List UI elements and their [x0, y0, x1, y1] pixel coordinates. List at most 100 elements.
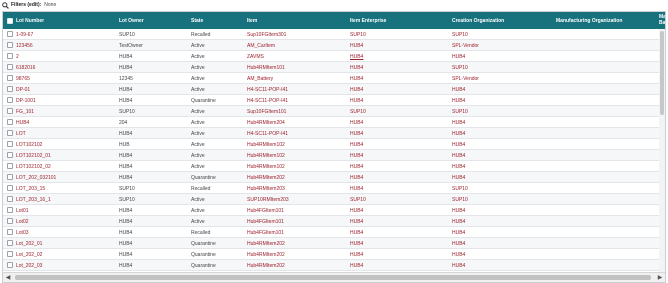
cell-lot-number[interactable]: LOT102102_01: [16, 150, 116, 161]
cell-item[interactable]: Hub4RMItem202: [247, 249, 347, 260]
cell-item-enterprise[interactable]: HUB4: [350, 128, 450, 139]
cell-lot-number[interactable]: Lot03: [16, 227, 116, 238]
cell-item-enterprise[interactable]: HUB4: [350, 216, 450, 227]
cell-item[interactable]: Hub4RMItem202: [247, 172, 347, 183]
row-checkbox[interactable]: [7, 229, 13, 235]
cell-item-enterprise[interactable]: SUP10: [350, 29, 450, 40]
cell-lot-number[interactable]: LOT_202_032101: [16, 172, 116, 183]
cell-item[interactable]: H4-SC11-POP-I41: [247, 128, 347, 139]
cell-lot-number[interactable]: LOT_203_16_1: [16, 194, 116, 205]
cell-item-enterprise[interactable]: HUB4: [350, 40, 450, 51]
table-row[interactable]: LOT102102_02 HUB4 Active Hub4RMItem102 HUB4 H…: [3, 161, 665, 172]
table-row[interactable]: 1-09-67 SUP10 Recalled Sup10FGItem301 SUP10 S…: [3, 29, 665, 40]
row-checkbox[interactable]: [7, 53, 13, 59]
cell-item-enterprise[interactable]: HUB4: [350, 117, 450, 128]
cell-item[interactable]: Hub4RMItem102: [247, 139, 347, 150]
table-row[interactable]: LOT_203_16_1 SUP10 Active SUP10RMItem203 SUP…: [3, 194, 665, 205]
cell-creation-organization[interactable]: HUB4: [452, 238, 554, 249]
table-row[interactable]: DP-01 HUB4 Active H4-SC11-POP-I41 HUB4 HUB4: [3, 84, 665, 95]
cell-lot-number[interactable]: 1-09-67: [16, 29, 116, 40]
column-header-item-enterprise[interactable]: Item Enterprise: [350, 12, 450, 29]
cell-lot-number[interactable]: 6182016: [16, 62, 116, 73]
table-row[interactable]: Lot_202_03 HUB4 Quarantine Hub4RMItem202 HUB…: [3, 260, 665, 271]
row-checkbox[interactable]: [7, 130, 13, 136]
row-checkbox[interactable]: [7, 185, 13, 191]
cell-creation-organization[interactable]: HUB4: [452, 117, 554, 128]
column-header-more[interactable]: Ma Ba: [659, 12, 665, 29]
table-row[interactable]: HUB4 204 Active Hub4RMItem204 HUB4 HUB4: [3, 117, 665, 128]
row-checkbox[interactable]: [7, 86, 13, 92]
horizontal-scrollbar[interactable]: ◀ ▶: [3, 272, 665, 282]
cell-item[interactable]: Hub4RMItem202: [247, 238, 347, 249]
horizontal-scrollbar-thumb[interactable]: [15, 275, 651, 280]
cell-item-enterprise[interactable]: SUP10: [350, 194, 450, 205]
table-row[interactable]: FG_101 SUP10 Active Sup10FGItem101 SUP10 SUP1…: [3, 106, 665, 117]
cell-lot-number[interactable]: 98765: [16, 73, 116, 84]
cell-creation-organization[interactable]: HUB4: [452, 139, 554, 150]
cell-item[interactable]: Hub4RMItem203: [247, 183, 347, 194]
table-row[interactable]: Lot03 HUB4 Recalled Hub4FGItem101 HUB4 HUB4: [3, 227, 665, 238]
cell-lot-number[interactable]: Lot01: [16, 205, 116, 216]
cell-lot-number[interactable]: DP-1001: [16, 95, 116, 106]
cell-item[interactable]: Hub4FGItem101: [247, 227, 347, 238]
cell-creation-organization[interactable]: HUB4: [452, 260, 554, 271]
cell-lot-number[interactable]: Lot_202_01: [16, 238, 116, 249]
row-checkbox[interactable]: [7, 240, 13, 246]
cell-item-enterprise[interactable]: HUB4: [350, 51, 450, 62]
row-checkbox[interactable]: [7, 163, 13, 169]
cell-lot-number[interactable]: FG_101: [16, 106, 116, 117]
table-row[interactable]: 98765 12345 Active AM_Battery HUB4 SPL-Vendor: [3, 73, 665, 84]
column-header-item[interactable]: Item: [247, 12, 347, 29]
cell-lot-number[interactable]: LOT102102: [16, 139, 116, 150]
search-icon[interactable]: [2, 1, 9, 9]
cell-creation-organization[interactable]: HUB4: [452, 128, 554, 139]
cell-lot-number[interactable]: LOT_203_15: [16, 183, 116, 194]
row-checkbox[interactable]: [7, 42, 13, 48]
table-row[interactable]: Lot_202_02 HUB4 Quarantine Hub4RMItem202 HUB…: [3, 249, 665, 260]
cell-lot-number[interactable]: HUB4: [16, 117, 116, 128]
table-row[interactable]: LOT_203_15 SUP10 Recalled Hub4RMItem203 HUB4…: [3, 183, 665, 194]
table-row[interactable]: 123456 TestOwner Active AM_CarItem HUB4 SPL-V…: [3, 40, 665, 51]
cell-item-enterprise[interactable]: SUP10: [350, 106, 450, 117]
cell-item[interactable]: H4-SC11-POP-I41: [247, 84, 347, 95]
row-checkbox[interactable]: [7, 174, 13, 180]
cell-creation-organization[interactable]: SUP10: [452, 29, 554, 40]
row-checkbox[interactable]: [7, 108, 13, 114]
row-checkbox[interactable]: [7, 196, 13, 202]
cell-lot-number[interactable]: LOT102102_02: [16, 161, 116, 172]
table-row[interactable]: LOT102102 HUB Active Hub4RMItem102 HUB4 HUB4: [3, 139, 665, 150]
cell-creation-organization[interactable]: HUB4: [452, 150, 554, 161]
table-row[interactable]: LOT102102_01 HUB4 Active Hub4RMItem102 HUB4 H…: [3, 150, 665, 161]
row-checkbox[interactable]: [7, 64, 13, 70]
cell-creation-organization[interactable]: SUP10: [452, 62, 554, 73]
row-checkbox[interactable]: [7, 31, 13, 37]
cell-lot-number[interactable]: Lot_202_02: [16, 249, 116, 260]
cell-item-enterprise[interactable]: HUB4: [350, 62, 450, 73]
row-checkbox[interactable]: [7, 262, 13, 268]
cell-creation-organization[interactable]: HUB4: [452, 205, 554, 216]
cell-lot-number[interactable]: Lot_202_03: [16, 260, 116, 271]
column-header-manufacturing-organization[interactable]: Manufacturing Organization: [556, 12, 656, 29]
cell-item-enterprise[interactable]: HUB4: [350, 95, 450, 106]
cell-lot-number[interactable]: 123456: [16, 40, 116, 51]
vertical-scrollbar-thumb[interactable]: [660, 31, 664, 115]
cell-creation-organization[interactable]: HUB4: [452, 249, 554, 260]
cell-item-enterprise[interactable]: HUB4: [350, 260, 450, 271]
column-header-lot-number[interactable]: Lot Number: [16, 12, 116, 29]
scroll-left-icon[interactable]: ◀: [3, 273, 13, 282]
cell-item[interactable]: Hub4RMItem204: [247, 117, 347, 128]
cell-creation-organization[interactable]: HUB4: [452, 216, 554, 227]
cell-item[interactable]: AM_CarItem: [247, 40, 347, 51]
scroll-right-icon[interactable]: ▶: [655, 273, 665, 282]
table-row[interactable]: 2 HUB4 Active ZAVMS HUB4 HUB4: [3, 51, 665, 62]
cell-item-enterprise[interactable]: HUB4: [350, 227, 450, 238]
column-header-creation-organization[interactable]: Creation Organization: [452, 12, 554, 29]
cell-item-enterprise[interactable]: HUB4: [350, 172, 450, 183]
vertical-scrollbar[interactable]: [659, 29, 665, 273]
cell-creation-organization[interactable]: HUB4: [452, 161, 554, 172]
row-checkbox[interactable]: [7, 97, 13, 103]
cell-lot-number[interactable]: LOT: [16, 128, 116, 139]
cell-item[interactable]: Hub4RMItem101: [247, 62, 347, 73]
table-row[interactable]: 6182016 HUB4 Active Hub4RMItem101 HUB4 SUP10: [3, 62, 665, 73]
cell-creation-organization[interactable]: HUB4: [452, 172, 554, 183]
